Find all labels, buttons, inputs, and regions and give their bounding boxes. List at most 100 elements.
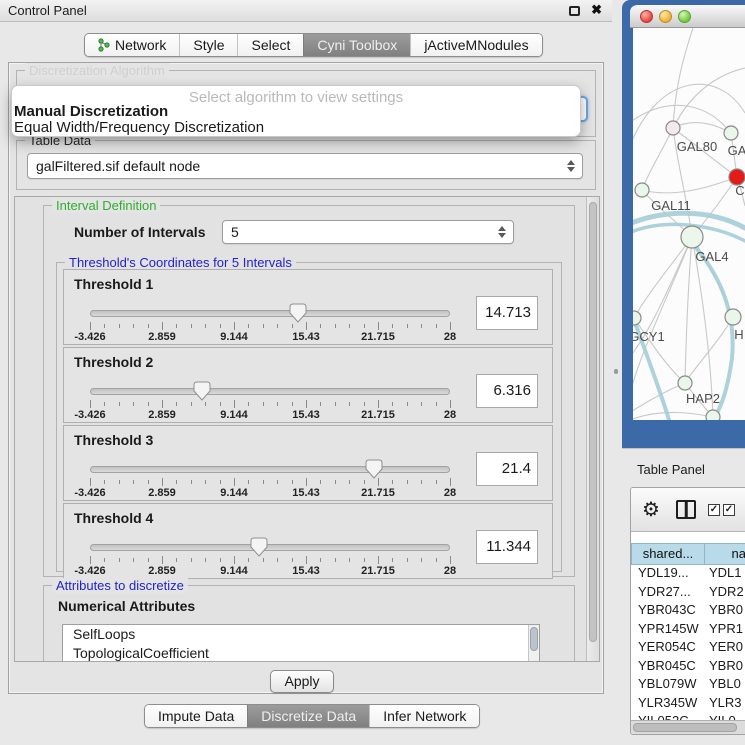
apply-button[interactable]: Apply [270, 670, 334, 693]
attribute-item[interactable]: SelfLoops [63, 625, 539, 644]
column-header-shared-name[interactable]: shared... [631, 543, 705, 565]
thresholds-group: Threshold's Coordinates for 5 Intervals … [56, 262, 562, 572]
table-row[interactable]: YIL052CYIL0 [631, 713, 745, 720]
threshold-2-value-field[interactable]: 6.316 [476, 374, 538, 408]
control-panel-titlebar: Control Panel ✖ [0, 0, 612, 22]
svg-text:GA: GA [728, 143, 745, 158]
close-traffic-light-icon[interactable] [640, 10, 653, 23]
network-node[interactable] [724, 126, 738, 140]
network-node[interactable] [681, 226, 703, 248]
table-panel: Table Panel ⚙ ✓ ✓ shared... na YDL19...Y… [622, 448, 745, 745]
tab-network[interactable]: Network [85, 34, 179, 56]
threshold-3-slider[interactable]: -3.4262.8599.14415.4321.71528 [90, 462, 450, 496]
cyni-mode-tabs: Impute Data Discretize Data Infer Networ… [144, 704, 480, 728]
gear-icon[interactable]: ⚙ [642, 497, 660, 522]
popup-option-equal-width-frequency[interactable]: Equal Width/Frequency Discretization [14, 119, 264, 136]
svg-text:GCY1: GCY1 [633, 329, 665, 344]
thresholds-title: Threshold's Coordinates for 5 Intervals [65, 255, 296, 270]
svg-text:GAL11: GAL11 [651, 198, 691, 213]
threshold-4-row: Threshold 4 -3.4262.8599.14415.4321.7152… [63, 503, 553, 579]
network-window-titlebar[interactable] [630, 5, 745, 28]
svg-text:H: H [734, 327, 743, 342]
algorithm-dropdown-popup: Select algorithm to view settings Manual… [12, 86, 580, 136]
attribute-item[interactable]: TopologicalCoefficient [63, 644, 539, 663]
table-body[interactable]: YDL19...YDL1YDR27...YDR2YBR043CYBR0YPR14… [631, 565, 745, 720]
svg-text:C: C [735, 183, 744, 198]
table-row[interactable]: YDR27...YDR2 [631, 584, 745, 603]
network-canvas[interactable]: GAL80 GA C GAL11 GAL4 GCY1 H HAP2 [633, 28, 745, 420]
network-node[interactable] [706, 410, 720, 420]
tab-impute-data[interactable]: Impute Data [145, 705, 247, 727]
threshold-4-slider[interactable]: -3.4262.8599.14415.4321.71528 [90, 540, 450, 574]
threshold-1-value-field[interactable]: 14.713 [476, 296, 538, 330]
interval-definition-title: Interval Definition [52, 198, 160, 213]
settings-scrollbar[interactable] [586, 197, 599, 661]
float-box-icon[interactable] [569, 6, 580, 16]
tab-jactivemnodules[interactable]: jActiveMNodules [410, 34, 541, 56]
settings-scroll-area: Interval Definition Number of Intervals … [14, 196, 600, 662]
table-h-scrollbar[interactable] [631, 720, 745, 734]
slider-thumb[interactable] [193, 381, 211, 401]
combo-arrows-icon [567, 160, 575, 172]
threshold-4-value-field[interactable]: 11.344 [476, 530, 538, 564]
table-row[interactable]: YLR345WYLR3 [631, 695, 745, 714]
threshold-1-slider[interactable]: -3.4262.8599.14415.4321.71528 [90, 306, 450, 340]
checkbox-checked-icon[interactable]: ✓ [708, 504, 720, 516]
threshold-3-value-field[interactable]: 21.4 [476, 452, 538, 486]
svg-text:HAP2: HAP2 [686, 391, 720, 406]
table-row[interactable]: YBR043CYBR0 [631, 602, 745, 621]
table-panel-title: Table Panel [637, 462, 705, 477]
slider-thumb[interactable] [250, 537, 268, 557]
network-node[interactable] [725, 309, 741, 325]
split-columns-icon[interactable] [676, 500, 696, 519]
svg-text:GAL80: GAL80 [677, 139, 717, 154]
network-node[interactable] [666, 121, 680, 135]
table-row[interactable]: YER054CYER0 [631, 639, 745, 658]
table-row[interactable]: YDL19...YDL1 [631, 565, 745, 584]
panel-title: Control Panel [8, 3, 87, 18]
table-toolbar: ⚙ ✓ ✓ [631, 488, 745, 532]
threshold-2-slider[interactable]: -3.4262.8599.14415.4321.71528 [90, 384, 450, 418]
network-icon [98, 38, 110, 52]
num-intervals-value: 5 [231, 224, 239, 240]
splitter-handle[interactable] [614, 369, 618, 374]
control-panel-tabs: Network Style Select Cyni Toolbox jActiv… [84, 33, 543, 57]
svg-text:GAL4: GAL4 [695, 249, 728, 264]
numerical-attributes-label: Numerical Attributes [58, 598, 195, 614]
column-header-name[interactable]: na [705, 543, 745, 565]
table-data-combobox[interactable]: galFiltered.sif default node [27, 153, 583, 179]
tab-network-label: Network [115, 37, 166, 53]
combo-arrows-icon [498, 226, 506, 238]
network-node[interactable] [635, 183, 649, 197]
zoom-traffic-light-icon[interactable] [678, 10, 691, 23]
network-view-window: GAL80 GA C GAL11 GAL4 GCY1 H HAP2 [622, 0, 745, 448]
close-icon[interactable]: ✖ [591, 2, 602, 18]
tab-cyni-toolbox[interactable]: Cyni Toolbox [303, 34, 410, 56]
numerical-attributes-listbox[interactable]: SelfLoopsTopologicalCoefficientBetweenne… [62, 624, 540, 662]
list-scrollbar[interactable] [528, 625, 539, 662]
minimize-traffic-light-icon[interactable] [659, 10, 672, 23]
node-table: ⚙ ✓ ✓ shared... na YDL19...YDL1YDR27...Y… [630, 487, 745, 735]
table-data-group: Table Data galFiltered.sif default node [16, 140, 596, 190]
interval-definition-group: Interval Definition Number of Intervals … [43, 205, 575, 577]
slider-thumb[interactable] [289, 303, 307, 323]
num-intervals-label: Number of Intervals [74, 224, 205, 240]
popup-option-manual-discretization[interactable]: Manual Discretization [14, 103, 168, 120]
tab-infer-network[interactable]: Infer Network [369, 705, 479, 727]
checkbox-checked-icon[interactable]: ✓ [723, 504, 735, 516]
attributes-title: Attributes to discretize [52, 578, 188, 593]
network-node[interactable] [633, 311, 641, 325]
tab-select[interactable]: Select [237, 34, 303, 56]
threshold-1-label: Threshold 1 [74, 276, 153, 292]
table-data-value: galFiltered.sif default node [36, 158, 200, 174]
network-node[interactable] [678, 376, 692, 390]
attributes-group: Attributes to discretize Numerical Attri… [43, 585, 575, 662]
table-row[interactable]: YBL079WYBL0 [631, 676, 745, 695]
tab-discretize-data[interactable]: Discretize Data [247, 705, 369, 727]
num-intervals-combobox[interactable]: 5 [222, 220, 514, 244]
table-row[interactable]: YBR045CYBR0 [631, 658, 745, 677]
table-row[interactable]: YPR145WYPR1 [631, 621, 745, 640]
slider-thumb[interactable] [365, 459, 383, 479]
table-header-row: shared... na [631, 543, 745, 565]
tab-style[interactable]: Style [179, 34, 237, 56]
